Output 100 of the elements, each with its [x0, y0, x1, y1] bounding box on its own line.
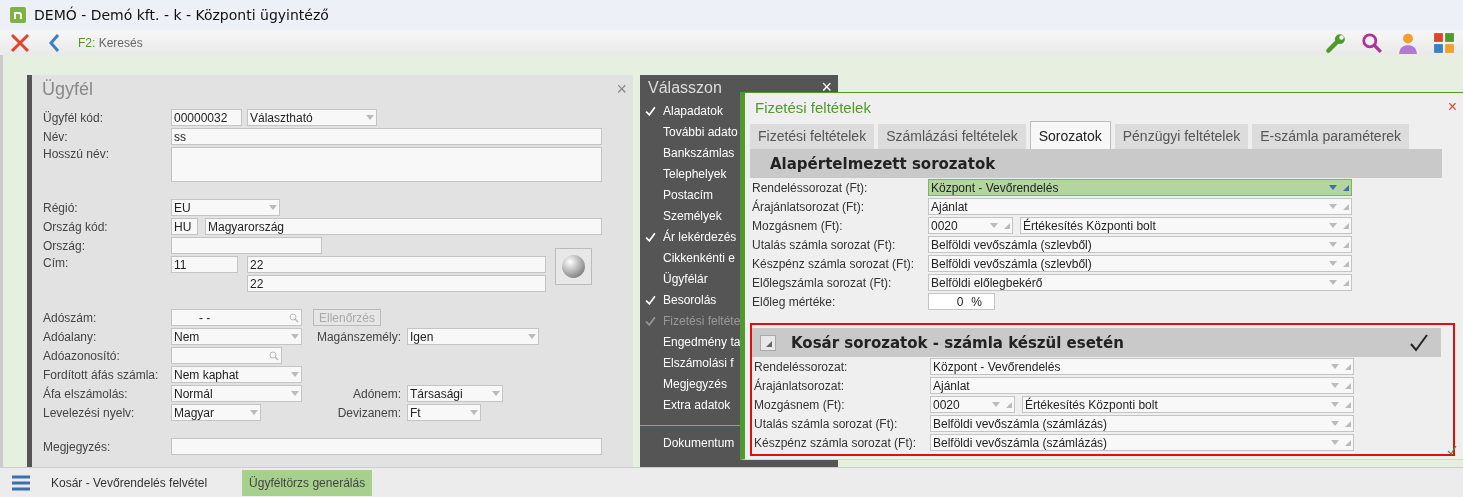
grip-icon — [1345, 401, 1351, 408]
grip-icon — [1343, 241, 1349, 248]
field-label: Adónem: — [351, 386, 401, 401]
long-name-field[interactable] — [171, 147, 602, 182]
tab[interactable]: Pénzügyi feltételek — [1114, 124, 1249, 149]
dropdown-field[interactable]: Ajánlat — [928, 198, 1352, 215]
field-label: Adószám: — [43, 310, 98, 325]
tab[interactable]: E-számla paraméterek — [1252, 124, 1410, 149]
search-icon — [289, 312, 299, 323]
check-icon[interactable] — [1447, 445, 1457, 455]
field-label: Árajánlatsorozat: — [754, 378, 846, 393]
dropdown-field[interactable]: Központ - Vevőrendelés — [928, 179, 1352, 196]
map-button[interactable] — [555, 248, 592, 285]
dropdown-field[interactable]: 0020 — [928, 217, 1013, 234]
field-label: Régió: — [43, 200, 79, 215]
taskbar-item[interactable]: Kosár - Vevőrendelés felvétel — [44, 469, 215, 496]
field-label: Mozgásnem (Ft): — [754, 397, 846, 412]
field-label: Rendeléssorozat: — [754, 359, 849, 374]
dropdown-field[interactable]: Értékesítés Központi bolt — [1020, 217, 1352, 234]
field-label: Ország kód: — [43, 219, 109, 234]
city-field[interactable]: 22 — [247, 256, 546, 273]
dialog-title: Fizetési feltételek — [755, 98, 871, 116]
tab[interactable]: Számlázási feltételek — [878, 124, 1026, 149]
dropdown-field[interactable]: Központ - Vevőrendelés — [930, 358, 1354, 375]
menu-icon[interactable] — [12, 474, 30, 491]
user-icon[interactable] — [1397, 31, 1419, 54]
caret-icon — [470, 410, 478, 415]
field-label: Utalás számla sorozat (Ft): — [754, 416, 899, 431]
dropdown-field[interactable]: Társasági — [407, 385, 503, 402]
street-field[interactable]: 22 — [247, 275, 546, 292]
taskbar-item[interactable]: Ügyféltörzs generálás — [242, 469, 373, 496]
field-label: Előleg mértéke: — [752, 294, 837, 309]
dropdown-field[interactable]: Belföldi előlegbekérő — [928, 274, 1352, 291]
tax-number-field[interactable]: - - — [171, 309, 302, 326]
caret-icon — [1329, 204, 1337, 209]
tab[interactable]: Fizetési feltételek — [750, 124, 875, 149]
tab[interactable]: Sorozatok — [1029, 121, 1111, 149]
caret-icon — [366, 115, 374, 120]
dropdown-field[interactable]: Magyar — [171, 404, 261, 421]
close-icon[interactable] — [10, 32, 30, 53]
dropdown-field[interactable]: Értékesítés Központi bolt — [1022, 396, 1354, 413]
country-field[interactable] — [171, 237, 322, 254]
grip-icon — [1343, 184, 1349, 191]
field-label: Megjegyzés: — [43, 439, 112, 454]
caret-icon — [1331, 383, 1339, 388]
caret-icon — [1331, 402, 1339, 407]
code-field[interactable]: 00000032 — [171, 109, 242, 126]
field-label: Rendeléssorozat (Ft): — [752, 180, 869, 195]
grip-icon — [1006, 401, 1012, 408]
search-icon — [269, 350, 279, 361]
dropdown-field[interactable]: Nem kaphat — [171, 366, 302, 383]
caret-icon — [1329, 185, 1337, 190]
percent-field[interactable]: 0 % — [928, 293, 995, 310]
dropdown-field[interactable]: Választható — [247, 109, 377, 126]
country-code-field[interactable]: HU — [171, 218, 198, 235]
dropdown-field[interactable]: Belföldi vevőszámla (szlevből) — [928, 255, 1352, 272]
dropdown-field[interactable]: Normál — [171, 385, 302, 402]
tiles-icon[interactable] — [1433, 31, 1455, 54]
field-label: Adóalany: — [43, 329, 98, 344]
name-field[interactable]: ss — [171, 128, 602, 145]
dropdown-field[interactable]: EU — [171, 199, 280, 216]
section-title: Alapértelmezett sorozatok — [770, 154, 996, 173]
field-label: Adóazonosító: — [43, 348, 121, 363]
grip-icon — [1343, 222, 1349, 229]
search-button[interactable]: F2: Keresés — [74, 33, 147, 52]
dropdown-field[interactable]: Belföldi vevőszámla (számlázás) — [930, 434, 1354, 451]
caret-icon — [992, 402, 1000, 407]
field-label: Ország: — [43, 238, 86, 253]
dropdown-field[interactable]: Igen — [407, 328, 539, 345]
window-title: Ügyfél — [42, 79, 94, 100]
search-icon[interactable] — [1361, 31, 1383, 54]
dropdown-field[interactable]: Belföldi vevőszámla (számlázás) — [930, 415, 1354, 432]
close-button[interactable]: × — [1447, 98, 1457, 116]
field-label: Hosszú név: — [43, 147, 111, 161]
dropdown-field[interactable]: Nem — [171, 328, 302, 345]
caret-icon — [1329, 280, 1337, 285]
dropdown-field[interactable]: Ajánlat — [930, 377, 1354, 394]
field-label: Név: — [43, 129, 69, 144]
country-name-field[interactable]: Magyarország — [205, 218, 602, 235]
field-label: Magánszemély: — [315, 329, 401, 344]
dropdown-field[interactable]: Belföldi vevőszámla (szlevből) — [928, 236, 1352, 253]
grip-icon — [1004, 222, 1010, 229]
dropdown-field[interactable]: Ft — [407, 404, 481, 421]
zip-field[interactable]: 11 — [171, 256, 238, 273]
dropdown-field[interactable]: 0020 — [930, 396, 1015, 413]
caret-icon — [1329, 261, 1337, 266]
section-title: Kosár sorozatok - számla készül esetén — [791, 333, 1124, 352]
wrench-icon[interactable] — [1325, 31, 1347, 54]
caret-icon — [528, 334, 536, 339]
grip-icon — [1345, 382, 1351, 389]
tax-id-field[interactable] — [171, 347, 282, 364]
caret-icon — [1331, 440, 1339, 445]
collapse-icon[interactable] — [760, 334, 776, 351]
field-label: Utalás számla sorozat (Ft): — [752, 237, 897, 252]
caret-icon — [1331, 364, 1339, 369]
panel-title: Válasszon — [648, 78, 722, 97]
grip-icon — [1343, 279, 1349, 286]
note-field[interactable] — [171, 438, 602, 455]
caret-icon — [291, 334, 299, 339]
field-label: Mozgásnem (Ft): — [752, 218, 844, 233]
